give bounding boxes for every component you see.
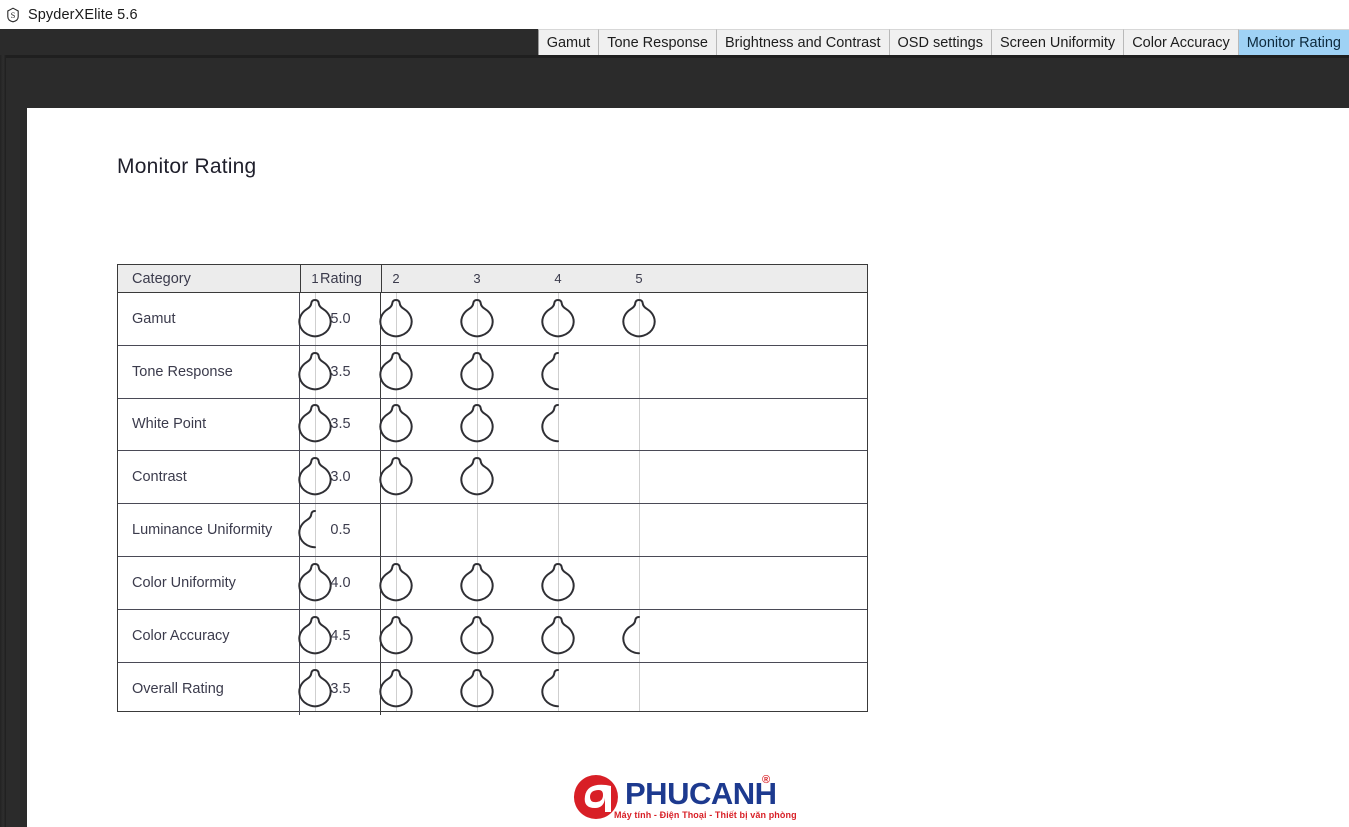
table-row: Color Accuracy 4.5 <box>118 609 867 663</box>
rating-mark-full <box>294 614 336 658</box>
rating-mark-full <box>456 402 498 446</box>
monitor-rating-table: Category Rating 1 2 3 4 5 Gamut 5.0 Tone R… <box>117 264 868 716</box>
tab-monitor-rating[interactable]: Monitor Rating <box>1237 29 1349 55</box>
tab-strip: Gamut Tone Response Brightness and Contr… <box>0 29 1349 55</box>
rating-mark-full <box>456 614 498 658</box>
cell-category: Tone Response <box>118 345 300 398</box>
rating-mark-full <box>456 561 498 605</box>
tab-tone-response[interactable]: Tone Response <box>598 29 716 55</box>
tab-gamut[interactable]: Gamut <box>537 29 599 55</box>
scale-tick-1: 1 <box>311 271 319 286</box>
cell-rating-marks <box>298 346 867 398</box>
rating-mark-full <box>375 561 417 605</box>
tab-color-accuracy[interactable]: Color Accuracy <box>1123 29 1238 55</box>
column-header-category: Category <box>132 271 191 287</box>
rating-mark-half <box>537 350 579 394</box>
table-row: Luminance Uniformity 0.5 <box>118 504 867 557</box>
shell-top-edge <box>0 55 1349 58</box>
cell-category: Color Accuracy <box>118 609 300 662</box>
scale-tick-2: 2 <box>392 271 400 286</box>
table-row: Gamut 5.0 <box>118 293 867 346</box>
scale-tick-4: 4 <box>554 271 562 286</box>
cell-rating-marks <box>298 504 867 556</box>
spyder-s-icon: S <box>5 7 21 23</box>
rating-mark-full <box>294 297 336 341</box>
rating-mark-full <box>375 455 417 499</box>
registered-trademark-icon: ® <box>762 774 771 786</box>
table-row: Contrast 3.0 <box>118 451 867 505</box>
rating-mark-full <box>375 667 417 711</box>
table-row: Color Uniformity 4.0 <box>118 556 867 610</box>
rating-mark-full <box>294 667 336 711</box>
cell-rating-marks <box>298 663 867 716</box>
rating-mark-full <box>294 561 336 605</box>
rating-mark-full <box>537 614 579 658</box>
cell-rating-marks <box>298 557 867 609</box>
table-body: Gamut 5.0 Tone Response 3.5 White Point 3.5 Co… <box>118 293 867 716</box>
brand-tagline: Máy tính - Điện Thoại - Thiết bị văn phò… <box>614 810 797 820</box>
rating-mark-full <box>375 297 417 341</box>
cell-rating-marks <box>298 399 867 451</box>
phucanh-logo: PHUCANH ® Máy tính - Điện Thoại - Thiết … <box>573 770 797 827</box>
cell-category: White Point <box>118 398 300 451</box>
tab-osd-settings[interactable]: OSD settings <box>888 29 991 55</box>
tab-screen-uniformity[interactable]: Screen Uniformity <box>990 29 1124 55</box>
phucanh-a-mark-icon <box>573 774 619 820</box>
svg-text:S: S <box>11 10 16 20</box>
rating-mark-full <box>375 350 417 394</box>
rating-mark-full <box>294 402 336 446</box>
rating-mark-full <box>537 297 579 341</box>
report-page: Monitor Rating Category Rating 1 2 3 4 5… <box>27 108 1349 827</box>
rating-mark-full <box>618 297 660 341</box>
rating-mark-full <box>537 561 579 605</box>
rating-mark-half <box>537 667 579 711</box>
rating-mark-half <box>618 614 660 658</box>
scale-tick-3: 3 <box>473 271 481 286</box>
rating-mark-full <box>375 402 417 446</box>
rating-mark-half <box>294 508 336 552</box>
cell-rating-marks <box>298 610 867 662</box>
rating-mark-full <box>294 350 336 394</box>
rating-mark-full <box>375 614 417 658</box>
cell-rating-marks <box>298 451 867 503</box>
rating-mark-half <box>537 402 579 446</box>
window-titlebar: S SpyderXElite 5.6 <box>0 0 1349 29</box>
scale-tick-5: 5 <box>635 271 643 286</box>
table-row: Overall Rating 3.5 <box>118 662 867 716</box>
cell-category: Overall Rating <box>118 662 300 716</box>
app-background: Monitor Rating Category Rating 1 2 3 4 5… <box>0 55 1349 827</box>
tab-brightness-and-contrast[interactable]: Brightness and Contrast <box>715 29 889 55</box>
rating-mark-full <box>456 350 498 394</box>
page-title: Monitor Rating <box>117 155 257 178</box>
cell-category: Luminance Uniformity <box>118 504 300 556</box>
rating-mark-full <box>456 455 498 499</box>
cell-category: Gamut <box>118 293 300 345</box>
cell-category: Contrast <box>118 451 300 504</box>
rating-mark-full <box>294 455 336 499</box>
table-row: White Point 3.5 <box>118 398 867 452</box>
table-row: Tone Response 3.5 <box>118 345 867 399</box>
brand-wordmark: PHUCANH <box>625 776 777 811</box>
cell-rating-marks <box>298 293 867 345</box>
window-title: SpyderXElite 5.6 <box>28 6 138 23</box>
rating-mark-full <box>456 297 498 341</box>
cell-category: Color Uniformity <box>118 556 300 609</box>
shell-left-edge <box>0 55 6 827</box>
table-header-row: Category Rating 1 2 3 4 5 <box>118 265 867 293</box>
rating-mark-full <box>456 667 498 711</box>
